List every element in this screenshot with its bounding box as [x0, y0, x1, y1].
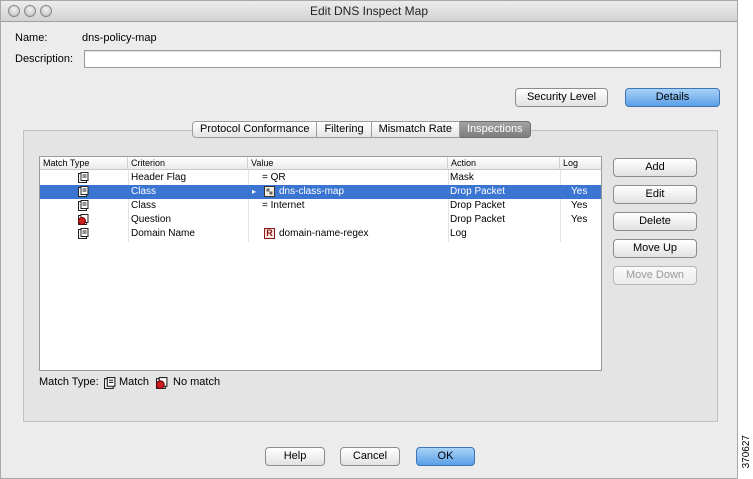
match-icon	[78, 200, 89, 211]
cancel-button[interactable]: Cancel	[340, 447, 400, 466]
figure-id: 370627	[741, 435, 752, 469]
criterion-cell: Question	[131, 214, 172, 225]
table-row-selected[interactable]: Class ▸ dns-class-map Drop Packet Yes	[40, 185, 601, 199]
description-label: Description:	[15, 53, 74, 65]
move-up-button[interactable]: Move Up	[613, 239, 697, 258]
tab-mismatch-rate[interactable]: Mismatch Rate	[371, 121, 460, 138]
regex-icon: R	[264, 228, 275, 239]
action-cell: Mask	[450, 172, 474, 183]
tab-filtering[interactable]: Filtering	[317, 121, 372, 138]
log-cell: Yes	[571, 214, 588, 225]
criterion-cell: Domain Name	[131, 228, 195, 239]
expand-arrow-icon[interactable]: ▸	[252, 185, 256, 199]
column-header-match-type[interactable]: Match Type	[40, 157, 128, 170]
criterion-cell: Class	[131, 186, 157, 197]
delete-button[interactable]: Delete	[613, 212, 697, 231]
table-row[interactable]: Domain Name R domain-name-regex Log	[40, 227, 601, 241]
criterion-cell: Class	[131, 200, 157, 211]
criterion-cell: Header Flag	[131, 172, 187, 183]
log-cell: Yes	[571, 200, 588, 211]
tab-inspections[interactable]: Inspections	[459, 121, 531, 138]
legend-no-match-label: No match	[173, 376, 221, 388]
action-cell: Drop Packet	[450, 214, 506, 225]
name-value: dns-policy-map	[82, 32, 157, 44]
action-cell: Drop Packet	[450, 200, 506, 211]
value-cell: domain-name-regex	[279, 228, 369, 239]
legend-match-label: Match	[119, 376, 149, 388]
ok-button[interactable]: OK	[416, 447, 475, 466]
table-row[interactable]: Header Flag = QR Mask	[40, 171, 601, 185]
action-cell: Drop Packet	[450, 186, 506, 197]
table-row[interactable]: Class = Internet Drop Packet Yes	[40, 199, 601, 213]
security-level-button[interactable]: Security Level	[515, 88, 608, 107]
window-title: Edit DNS Inspect Map	[309, 4, 429, 18]
column-header-value[interactable]: Value	[248, 157, 448, 170]
table-row[interactable]: Question Drop Packet Yes	[40, 213, 601, 227]
title-bar: Edit DNS Inspect Map	[1, 1, 737, 22]
match-icon	[78, 172, 89, 183]
edit-dns-inspect-map-dialog: Edit DNS Inspect Map Name: dns-policy-ma…	[0, 0, 738, 479]
match-icon	[78, 228, 89, 239]
value-cell: = Internet	[262, 200, 305, 211]
inspections-table[interactable]: Match Type Criterion Value Action Log He…	[39, 156, 602, 371]
value-cell: dns-class-map	[279, 186, 345, 197]
column-header-criterion[interactable]: Criterion	[128, 157, 248, 170]
description-field[interactable]	[84, 50, 721, 68]
details-button[interactable]: Details	[625, 88, 720, 107]
tab-protocol-conformance[interactable]: Protocol Conformance	[192, 121, 318, 138]
edit-button[interactable]: Edit	[613, 185, 697, 204]
log-cell: Yes	[571, 186, 588, 197]
class-map-icon	[264, 186, 275, 197]
value-cell: = QR	[262, 172, 286, 183]
table-header: Match Type Criterion Value Action Log	[40, 157, 601, 170]
help-button[interactable]: Help	[265, 447, 325, 466]
column-header-log[interactable]: Log	[560, 157, 601, 170]
match-icon	[104, 377, 116, 389]
column-header-action[interactable]: Action	[448, 157, 560, 170]
add-button[interactable]: Add	[613, 158, 697, 177]
match-icon	[78, 186, 89, 197]
match-type-legend: Match Type: Match No match	[39, 376, 220, 390]
no-match-icon	[156, 377, 168, 389]
no-match-icon	[78, 214, 89, 225]
name-label: Name:	[15, 32, 48, 44]
legend-label: Match Type:	[39, 376, 99, 388]
tab-bar: Protocol Conformance Filtering Mismatch …	[192, 121, 531, 138]
action-cell: Log	[450, 228, 467, 239]
move-down-button: Move Down	[613, 266, 697, 285]
